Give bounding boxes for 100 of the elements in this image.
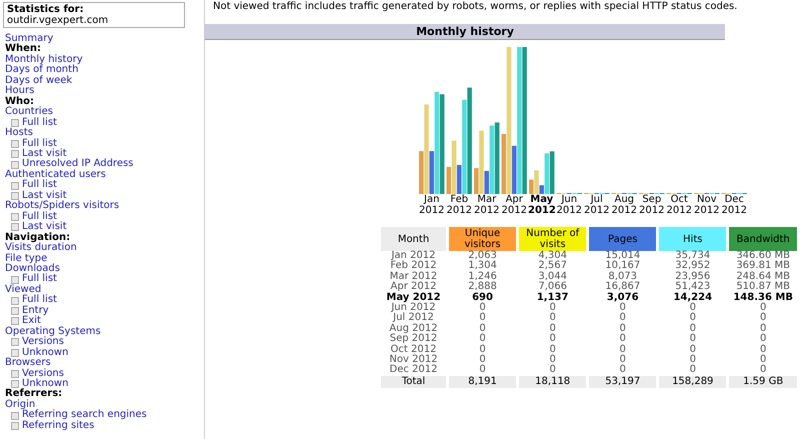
table-cell-text: 51,423 bbox=[674, 282, 712, 292]
table-cell-text: 14,224 bbox=[672, 292, 714, 303]
month-label: Apr 2012 bbox=[500, 194, 528, 216]
submenu-link[interactable]: Last visit bbox=[22, 222, 67, 233]
table-cell-text: 0 bbox=[478, 365, 487, 376]
menu-link[interactable]: Days of week bbox=[5, 76, 72, 86]
submenu-link[interactable]: Last visit bbox=[22, 148, 67, 160]
table-cell-text: 0 bbox=[548, 344, 557, 355]
menu-link[interactable]: Hosts bbox=[5, 128, 33, 139]
table-cell-text: 10,167 bbox=[604, 261, 642, 272]
table-cell-text: 0 bbox=[548, 355, 557, 366]
month-label: Aug 2012 bbox=[610, 194, 638, 216]
expand-icon bbox=[11, 118, 19, 127]
table-cell-text: 4,304 bbox=[537, 251, 568, 261]
total-cell: 8,191 bbox=[448, 376, 516, 388]
table-cell-text: 0 bbox=[618, 313, 627, 324]
menu-link[interactable]: Summary bbox=[5, 34, 54, 44]
menu-link[interactable]: Origin bbox=[5, 400, 36, 410]
submenu-link[interactable]: Last visit bbox=[22, 190, 67, 202]
table-cell-text: 0 bbox=[688, 334, 697, 344]
submenu-link[interactable]: Referring search engines bbox=[22, 410, 147, 421]
menu-link[interactable]: Downloads bbox=[5, 264, 60, 274]
month-label: Feb 2012 bbox=[446, 194, 473, 216]
table-cell-text: 0 bbox=[758, 313, 768, 324]
submenu-link[interactable]: Full list bbox=[22, 274, 57, 285]
table-cell-text: Jul 2012 bbox=[392, 313, 435, 324]
table-cell-text: 369.81 MB bbox=[735, 261, 791, 272]
total-cell: 18,118 bbox=[519, 376, 586, 388]
table-cell-text: 0 bbox=[688, 344, 697, 355]
table-cell-text: 0 bbox=[758, 334, 768, 344]
submenu-link[interactable]: Full list bbox=[22, 212, 57, 222]
table-cell-text: 0 bbox=[758, 355, 768, 366]
menu-link[interactable]: Viewed bbox=[5, 284, 42, 296]
table-cell-text: 0 bbox=[478, 355, 487, 366]
month-label: Oct 2012 bbox=[666, 194, 693, 216]
month-label: Jul 2012 bbox=[583, 194, 610, 216]
menu-link[interactable]: Authenticated users bbox=[5, 170, 106, 180]
menu-heading: Who: bbox=[5, 96, 34, 107]
column-header: Hits bbox=[659, 227, 726, 251]
table-cell-text: 3,044 bbox=[537, 272, 568, 282]
table-cell-text: Aug 2012 bbox=[388, 324, 439, 334]
table-cell-text: 0 bbox=[478, 344, 487, 355]
table-cell-text: Apr 2012 bbox=[390, 282, 438, 292]
menu-link[interactable]: Robots/Spiders visitors bbox=[5, 201, 120, 212]
submenu-link[interactable]: Entry bbox=[22, 306, 49, 316]
submenu-link[interactable]: Exit bbox=[22, 316, 41, 327]
table-cell-text: 2,888 bbox=[467, 282, 498, 292]
table-cell-text: 8,073 bbox=[608, 272, 638, 282]
table-cell-text: Mar 2012 bbox=[388, 272, 438, 282]
menu-link[interactable]: Days of month bbox=[5, 65, 78, 76]
menu-link[interactable]: Visits duration bbox=[5, 243, 77, 254]
submenu-link[interactable]: Versions bbox=[22, 337, 64, 348]
table-cell-text: Sep 2012 bbox=[388, 334, 438, 344]
menu-link[interactable]: Operating Systems bbox=[5, 326, 101, 338]
table-cell-text: 0 bbox=[478, 324, 487, 334]
table-cell-text: 0 bbox=[688, 365, 697, 376]
menu-heading: Referrers: bbox=[5, 389, 62, 400]
table-cell-text: 510.87 MB bbox=[735, 282, 791, 292]
table-cell-text: 0 bbox=[758, 344, 768, 355]
table-cell-text: 0 bbox=[688, 355, 697, 366]
menu-link[interactable]: Browsers bbox=[5, 358, 51, 368]
menu-heading: Navigation: bbox=[5, 232, 70, 243]
menu-link[interactable]: Monthly history bbox=[5, 54, 83, 66]
submenu-link[interactable]: Referring sites bbox=[22, 420, 94, 432]
table-cell-text: 0 bbox=[618, 334, 627, 344]
table-cell-text: 32,952 bbox=[674, 261, 712, 272]
table-cell-text: 248.64 MB bbox=[735, 272, 791, 282]
total-cell: 53,197 bbox=[589, 376, 656, 388]
month-label: Mar 2012 bbox=[473, 194, 500, 216]
note-text: Not viewed traffic includes traffic generated by robots, worms, or replies with special HTTP status codes. bbox=[212, 0, 738, 14]
table-cell-text: 15,014 bbox=[604, 251, 642, 261]
table-cell-text: 2,063 bbox=[467, 251, 498, 261]
month-label: Nov 2012 bbox=[693, 194, 720, 216]
table-cell-text: 148.36 MB bbox=[732, 292, 794, 303]
table-cell-text: 0 bbox=[548, 303, 557, 314]
submenu-link[interactable]: Full list bbox=[22, 180, 57, 191]
table-cell-text: Feb 2012 bbox=[389, 261, 438, 272]
submenu-link[interactable]: Full list bbox=[22, 295, 57, 306]
table-cell-text: 0 bbox=[688, 303, 697, 314]
submenu-link[interactable]: Unknown bbox=[22, 348, 68, 358]
menu-link[interactable]: Countries bbox=[5, 107, 53, 118]
submenu-link[interactable]: Unresolved IP Address bbox=[22, 159, 134, 170]
table-cell-text: 7,066 bbox=[537, 282, 568, 292]
table-cell-text: Nov 2012 bbox=[388, 355, 439, 366]
table-cell-text: 0 bbox=[548, 324, 557, 334]
table-cell-text: 0 bbox=[478, 313, 487, 324]
submenu-link[interactable]: Unknown bbox=[22, 378, 68, 390]
table-cell-text: May 2012 bbox=[385, 292, 442, 303]
submenu-link[interactable]: Full list bbox=[22, 118, 57, 128]
menu-link[interactable]: File type bbox=[5, 254, 48, 264]
menu-link[interactable]: Hours bbox=[5, 86, 34, 97]
month-label: Dec 2012 bbox=[720, 194, 748, 216]
section-title: Monthly history bbox=[205, 24, 725, 40]
table-cell-text: 0 bbox=[758, 324, 768, 334]
table-cell-text: 0 bbox=[688, 313, 697, 324]
submenu-link[interactable]: Versions bbox=[22, 368, 64, 379]
total-cell: Total bbox=[381, 376, 446, 388]
column-header: Number of visits bbox=[519, 227, 586, 251]
table-cell-text: 1,137 bbox=[536, 292, 570, 303]
submenu-link[interactable]: Full list bbox=[22, 138, 57, 149]
